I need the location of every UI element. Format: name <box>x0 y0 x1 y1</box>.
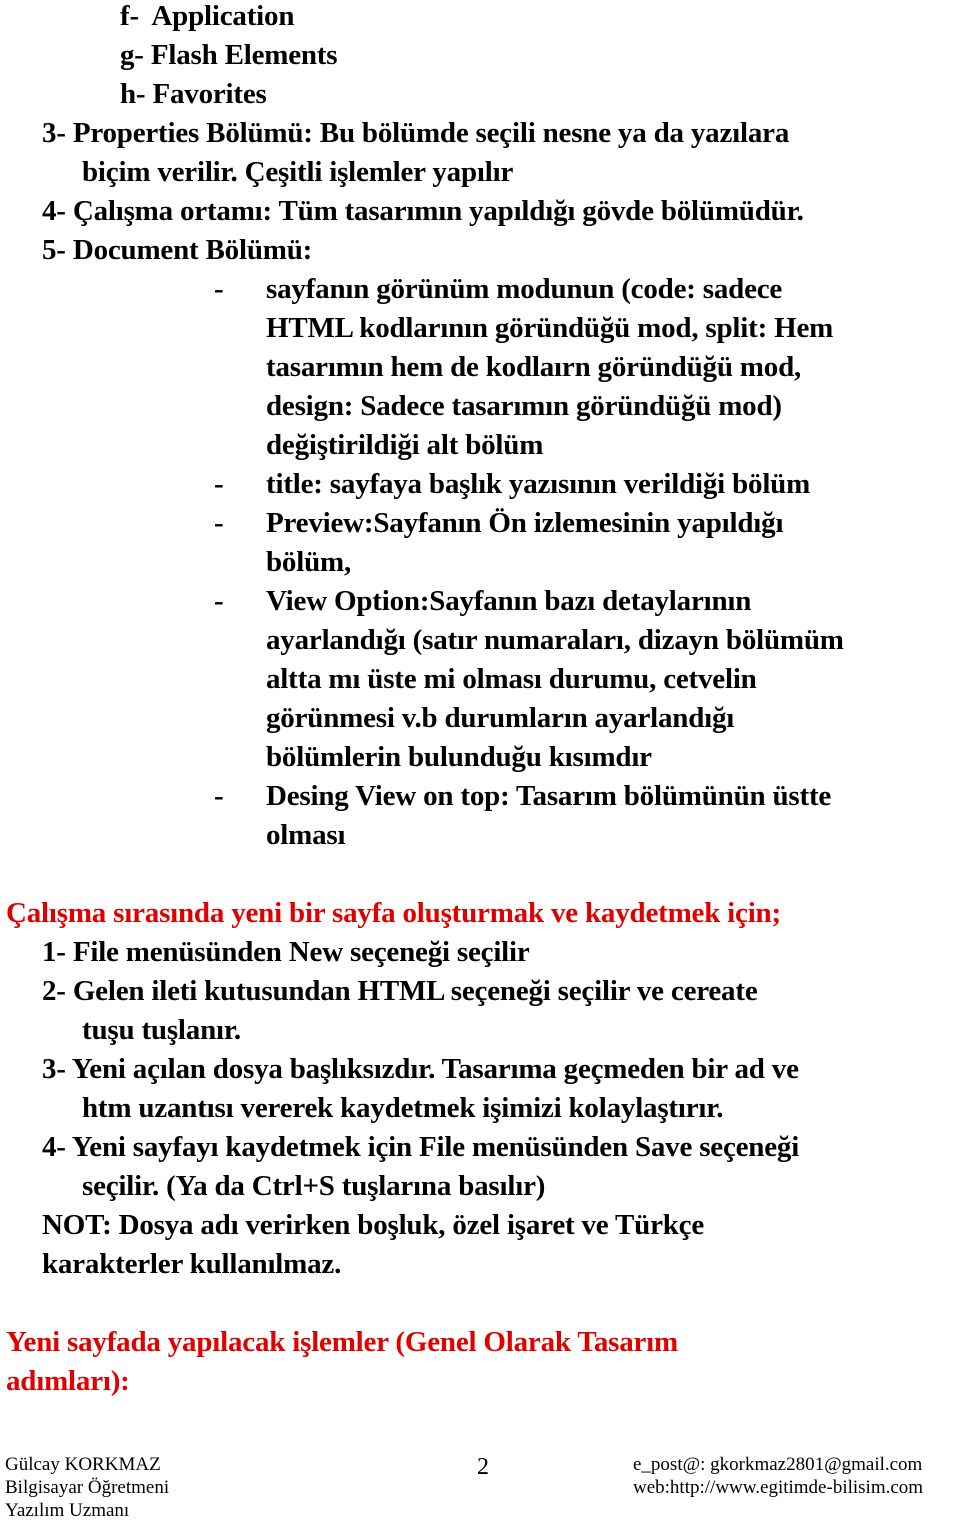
bullet-1-line-1: sayfanın görünüm modunun (code: sadece <box>266 273 783 305</box>
bullet-dash: - <box>214 468 224 500</box>
footer-email: e_post@: gkorkmaz2801@gmail.com <box>633 1454 923 1475</box>
list-marker: 1- <box>42 936 66 968</box>
numbered-item-4: 4- Çalışma ortamı: Tüm tasarımın yapıldı… <box>42 192 804 231</box>
numbered-item-3-cont: biçim verilir. Çeşitli işlemler yapılır <box>82 153 513 192</box>
list-marker: f- <box>120 0 139 32</box>
list-marker: 3- <box>42 1053 66 1085</box>
sublist-item-f: f- Application <box>120 0 294 36</box>
list-text: Yeni açılan dosya başlıksızdır. Tasarıma… <box>71 1053 799 1085</box>
document-page: f- Application g- Flash Elements h- Favo… <box>0 0 960 1521</box>
step-2-cont: tuşu tuşlanır. <box>82 1014 241 1046</box>
list-marker: 4- <box>42 1131 66 1163</box>
bullet-5-line-2: olması <box>266 819 346 851</box>
bullet-3-line-2: bölüm, <box>266 546 352 578</box>
bullet-dash: - <box>214 507 224 539</box>
bullet-1-line-2: HTML kodlarının göründüğü mod, split: He… <box>266 312 834 344</box>
bullet-4-line-3: altta mı üste mi olması durumu, cetvelin <box>266 663 757 695</box>
list-text: Document Bölümü: <box>72 234 313 266</box>
list-marker: 2- <box>42 975 66 1007</box>
step-3: 3- Yeni açılan dosya başlıksızdır. Tasar… <box>42 1050 799 1089</box>
list-marker: g- <box>120 39 144 71</box>
list-text: Flash Elements <box>150 39 338 71</box>
list-marker: h- <box>120 78 146 110</box>
bullet-dash: - <box>214 585 224 617</box>
list-text: File menüsünden New seçeneği seçilir <box>72 936 530 968</box>
footer-author-title: Bilgisayar Öğretmeni <box>5 1477 170 1498</box>
list-text: Favorites <box>152 78 267 110</box>
sublist-item-g: g- Flash Elements <box>120 36 338 75</box>
numbered-item-5: 5- Document Bölümü: <box>42 231 312 270</box>
list-text: biçim verilir. Çeşitli işlemler yapılır <box>82 156 514 188</box>
list-marker: 3- <box>42 117 66 149</box>
list-text: Gelen ileti kutusundan HTML seçeneği seç… <box>72 975 758 1007</box>
step-1: 1- File menüsünden New seçeneği seçilir <box>42 933 530 972</box>
bullet-1-line-5: değiştirildiği alt bölüm <box>266 429 544 461</box>
footer-author-role: Yazılım Uzmanı <box>5 1500 130 1521</box>
list-text: Yeni sayfayı kaydetmek için File menüsün… <box>71 1131 800 1163</box>
footer-author-name: Gülcay KORKMAZ <box>5 1454 161 1475</box>
bullet-4-line-1: View Option:Sayfanın bazı detaylarının <box>266 585 752 617</box>
bullet-1-line-3: tasarımın hem de kodlaırn göründüğü mod, <box>266 351 802 383</box>
bullet-4-line-2: ayarlandığı (satır numaraları, dizayn bö… <box>266 624 844 656</box>
bullet-4-line-5: bölümlerin bulunduğu kısımdır <box>266 741 652 773</box>
step-4: 4- Yeni sayfayı kaydetmek için File menü… <box>42 1128 799 1167</box>
bullet-2-line-1: title: sayfaya başlık yazısının verildiğ… <box>266 468 811 500</box>
list-marker: 4- <box>42 195 66 227</box>
bullet-5-line-1: Desing View on top: Tasarım bölümünün üs… <box>266 780 832 812</box>
bullet-4-line-4: görünmesi v.b durumların ayarlandığı <box>266 702 735 734</box>
section-heading-design-steps: Yeni sayfada yapılacak işlemler (Genel O… <box>6 1326 678 1358</box>
footer-web: web:http://www.egitimde-bilisim.com <box>633 1477 924 1498</box>
bullet-3-line-1: Preview:Sayfanın Ön izlemesinin yapıldığ… <box>266 507 784 539</box>
bullet-dash: - <box>214 780 224 812</box>
step-2: 2- Gelen ileti kutusundan HTML seçeneği … <box>42 972 758 1011</box>
step-4-cont: seçilir. (Ya da Ctrl+S tuşlarına basılır… <box>82 1170 546 1202</box>
bullet-dash: - <box>214 273 224 305</box>
note-line-2: karakterler kullanılmaz. <box>42 1248 342 1280</box>
page-number: 2 <box>477 1454 489 1480</box>
list-text: Properties Bölümü: Bu bölümde seçili nes… <box>72 117 790 149</box>
section-heading-design-steps-cont: adımları): <box>6 1365 130 1397</box>
list-text: Application <box>151 0 295 32</box>
numbered-item-3: 3- Properties Bölümü: Bu bölümde seçili … <box>42 114 789 153</box>
note-line-1: NOT: Dosya adı verirken boşluk, özel işa… <box>42 1209 705 1241</box>
step-3-cont: htm uzantısı vererek kaydetmek işimizi k… <box>82 1092 724 1124</box>
list-marker: 5- <box>42 234 66 266</box>
bullet-1-line-4: design: Sadece tasarımın göründüğü mod) <box>266 390 782 422</box>
section-heading-new-page: Çalışma sırasında yeni bir sayfa oluştur… <box>6 897 781 929</box>
list-text: Çalışma ortamı: Tüm tasarımın yapıldığı … <box>72 195 804 227</box>
sublist-item-h: h- Favorites <box>120 75 267 114</box>
